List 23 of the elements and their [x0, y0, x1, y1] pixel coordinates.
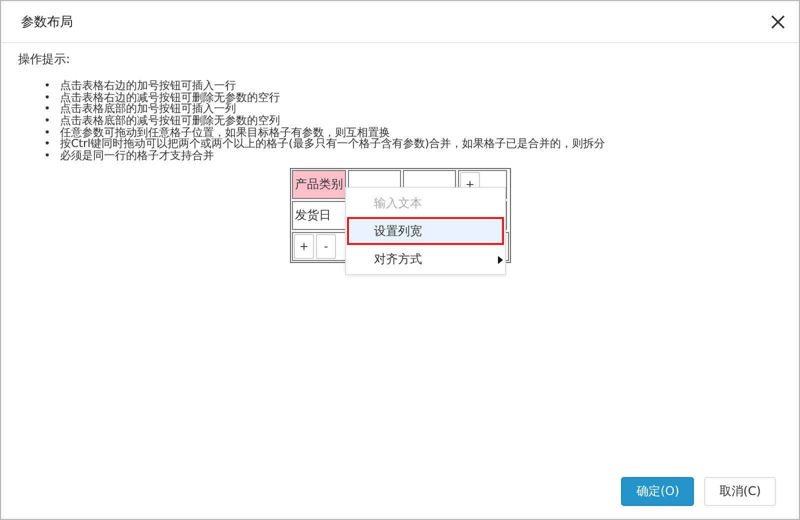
- close-icon[interactable]: [771, 14, 785, 28]
- bullet: •: [44, 148, 52, 162]
- bullet: •: [44, 79, 52, 92]
- hint-title: 操作提示:: [18, 51, 72, 68]
- hint-item: 点击表格右边的减号按钮可删除无参数的空行: [60, 90, 280, 104]
- bullet: •: [44, 102, 52, 116]
- bullet: •: [44, 137, 52, 150]
- hint-item: 点击表格底部的加号按钮可插入一列: [60, 102, 236, 116]
- hint-item: 必须是同一行的格子才支持合并: [60, 148, 214, 162]
- hint-item: 点击表格底部的减号按钮可删除无参数的空列: [60, 114, 280, 128]
- cancel-button[interactable]: 取消(C): [704, 477, 776, 506]
- column-button[interactable]: -: [316, 234, 336, 260]
- menu-item[interactable]: 对齐方式: [347, 245, 504, 274]
- bullet: •: [44, 126, 52, 139]
- bullet: •: [44, 114, 52, 128]
- bullet: •: [44, 90, 52, 104]
- menu-item[interactable]: 设置列宽: [347, 217, 504, 246]
- hint-item: 任意参数可拖动到任意格子位置，如果目标格子有参数，则互相置换: [60, 126, 390, 139]
- table-cell[interactable]: 产品类别: [292, 170, 346, 200]
- dialog-title: 参数布局: [21, 14, 73, 30]
- hint-item: 点击表格右边的加号按钮可插入一行: [60, 79, 236, 92]
- column-button[interactable]: +: [294, 234, 314, 260]
- hint-item: 按Ctrl键同时拖动可以把两个或两个以上的格子(最多只有一个格子含有参数)合并，如果格子已是合并的，则拆分: [60, 137, 606, 150]
